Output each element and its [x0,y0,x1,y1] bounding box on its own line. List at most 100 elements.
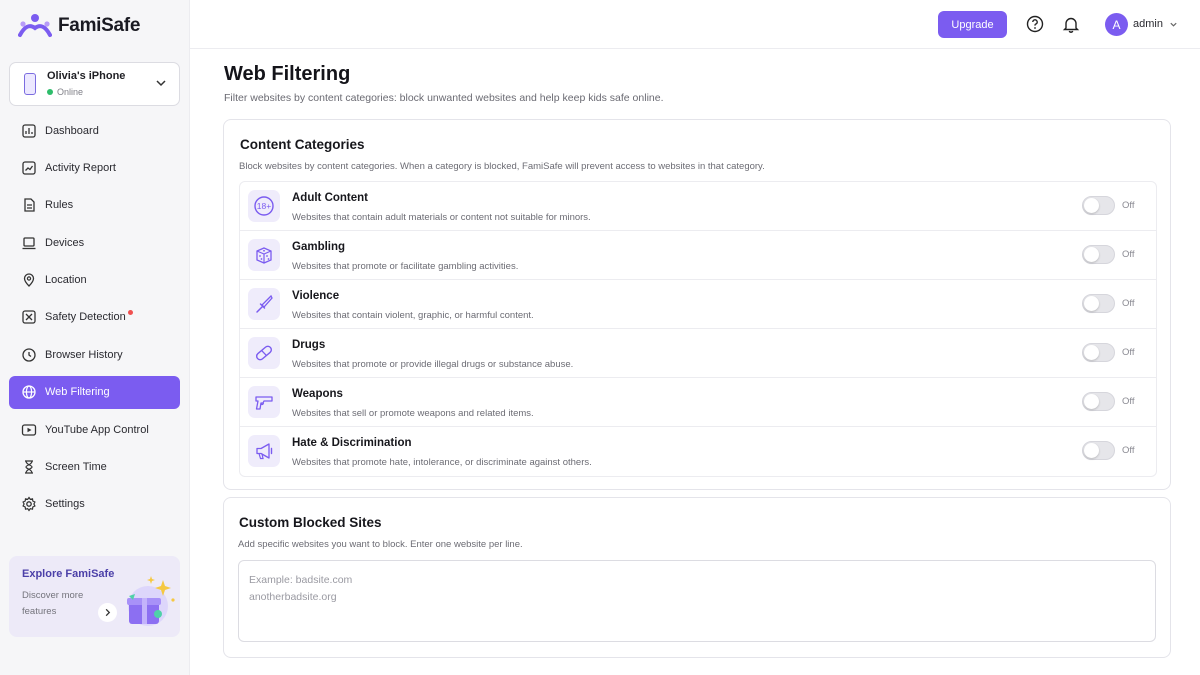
category-name: Weapons [292,388,343,400]
gun-icon [255,396,273,410]
toggle-violence[interactable] [1082,294,1115,313]
sidebar-nav: Dashboard Activity Report Rules Devices … [9,114,180,525]
content-categories-panel: Content Categories Block websites by con… [223,119,1171,490]
toggle-knob [1084,345,1099,360]
user-name[interactable]: admin [1133,18,1163,30]
bell-icon[interactable] [1062,15,1080,33]
knife-icon [256,294,273,313]
sidebar-item-label: Settings [45,498,85,511]
toggle-weapons[interactable] [1082,392,1115,411]
logo[interactable]: FamiSafe [18,12,140,40]
sidebar-item-rules[interactable]: Rules [9,189,180,222]
page-subtitle: Filter websites by content categories: b… [224,92,664,104]
app-name: FamiSafe [58,15,141,36]
category-desc: Websites that promote or facilitate gamb… [292,261,519,272]
category-name: Adult Content [292,192,369,204]
category-row-violence: Violence Websites that contain violent, … [240,280,1156,329]
activity-report-icon [22,161,36,175]
toggle-knob [1084,247,1099,262]
panel-title: Content Categories [240,137,365,152]
toggle-state-label: Off [1122,445,1135,456]
top-header: Upgrade A admin [190,0,1200,49]
device-selector[interactable]: Olivia's iPhone Online [9,62,180,106]
sidebar-item-browser-history[interactable]: Browser History [9,338,180,371]
category-icon-box [248,239,280,271]
chevron-down-icon[interactable] [1169,20,1178,29]
panel-desc: Block websites by content categories. Wh… [239,161,765,172]
category-desc: Websites that contain violent, graphic, … [292,310,534,321]
sidebar-item-settings[interactable]: Settings [9,488,180,521]
device-status-text: Online [57,87,84,97]
toggle-knob [1084,394,1099,409]
sidebar-item-label: Dashboard [45,124,99,137]
explore-card[interactable]: Explore FamiSafe Discover more features [9,556,180,637]
custom-blocked-sites-panel: Custom Blocked Sites Add specific websit… [223,497,1171,658]
panel-desc: Add specific websites you want to block.… [238,539,523,550]
18-plus-icon: 18+ [254,196,274,216]
device-name: Olivia's iPhone [47,70,126,82]
sidebar-item-safety-detection[interactable]: Safety Detection [9,301,180,334]
chevron-down-icon [156,80,166,87]
explore-desc: Discover more features [22,590,84,617]
toggle-adult-content[interactable] [1082,196,1115,215]
gift-box-icon [127,576,175,626]
toggle-drugs[interactable] [1082,343,1115,362]
location-pin-icon [23,273,35,287]
category-icon-box [248,337,280,369]
help-icon[interactable] [1026,15,1044,33]
sidebar-item-youtube-app-control[interactable]: YouTube App Control [9,413,180,446]
toggle-state-label: Off [1122,298,1135,309]
category-row-adult-content: 18+ Adult Content Websites that contain … [240,182,1156,231]
category-icon-box [248,435,280,467]
toggle-knob [1084,296,1099,311]
toggle-knob [1084,443,1099,458]
sidebar-item-dashboard[interactable]: Dashboard [9,114,180,147]
category-desc: Websites that promote or provide illegal… [292,359,574,370]
phone-icon [24,73,36,95]
panel-title: Custom Blocked Sites [239,515,382,530]
category-name: Gambling [292,241,346,253]
toggle-knob [1084,198,1099,213]
chevron-right-icon [105,608,111,617]
category-desc: Websites that sell or promote weapons an… [292,408,534,419]
megaphone-icon [256,443,273,460]
sidebar-item-label: Devices [45,236,85,249]
sidebar-item-web-filtering[interactable]: Web Filtering [9,375,180,409]
upgrade-button[interactable]: Upgrade [938,11,1007,38]
online-dot-icon [47,89,53,95]
sidebar-item-label: Activity Report [45,161,116,174]
sidebar-item-label: Rules [45,199,74,212]
sidebar-item-activity-report[interactable]: Activity Report [9,151,180,184]
category-list: 18+ Adult Content Websites that contain … [239,181,1157,477]
category-row-weapons: Weapons Websites that sell or promote we… [240,378,1156,427]
device-status: Online [47,87,83,97]
sidebar-item-location[interactable]: Location [9,264,180,297]
category-desc: Websites that promote hate, intolerance,… [292,457,592,468]
rules-icon [24,198,35,212]
toggle-gambling[interactable] [1082,245,1115,264]
youtube-play-icon [21,423,37,436]
sidebar-item-devices[interactable]: Devices [9,226,180,259]
explore-arrow-button[interactable] [98,603,117,622]
sidebar-item-label: Safety Detection [45,311,126,324]
toggle-state-label: Off [1122,200,1135,211]
custom-sites-textarea[interactable] [238,560,1156,642]
dice-icon [256,247,272,264]
toggle-state-label: Off [1122,347,1135,358]
category-desc: Websites that contain adult materials or… [292,212,591,223]
globe-icon [22,385,36,399]
category-name: Violence [292,290,340,302]
dashboard-icon [22,123,36,138]
avatar[interactable]: A [1105,13,1128,36]
sidebar-item-screen-time[interactable]: Screen Time [9,451,180,484]
sidebar-item-label: Web Filtering [45,386,110,399]
category-row-drugs: Drugs Websites that promote or provide i… [240,329,1156,378]
notification-dot-icon [128,309,133,315]
safety-detection-icon [22,310,36,325]
gear-icon [22,496,36,512]
category-icon-box [248,288,280,320]
toggle-hate-discrimination[interactable] [1082,441,1115,460]
sidebar-item-label: Browser History [45,348,123,361]
explore-title: Explore FamiSafe [22,568,115,580]
category-icon-box: 18+ [248,190,280,222]
